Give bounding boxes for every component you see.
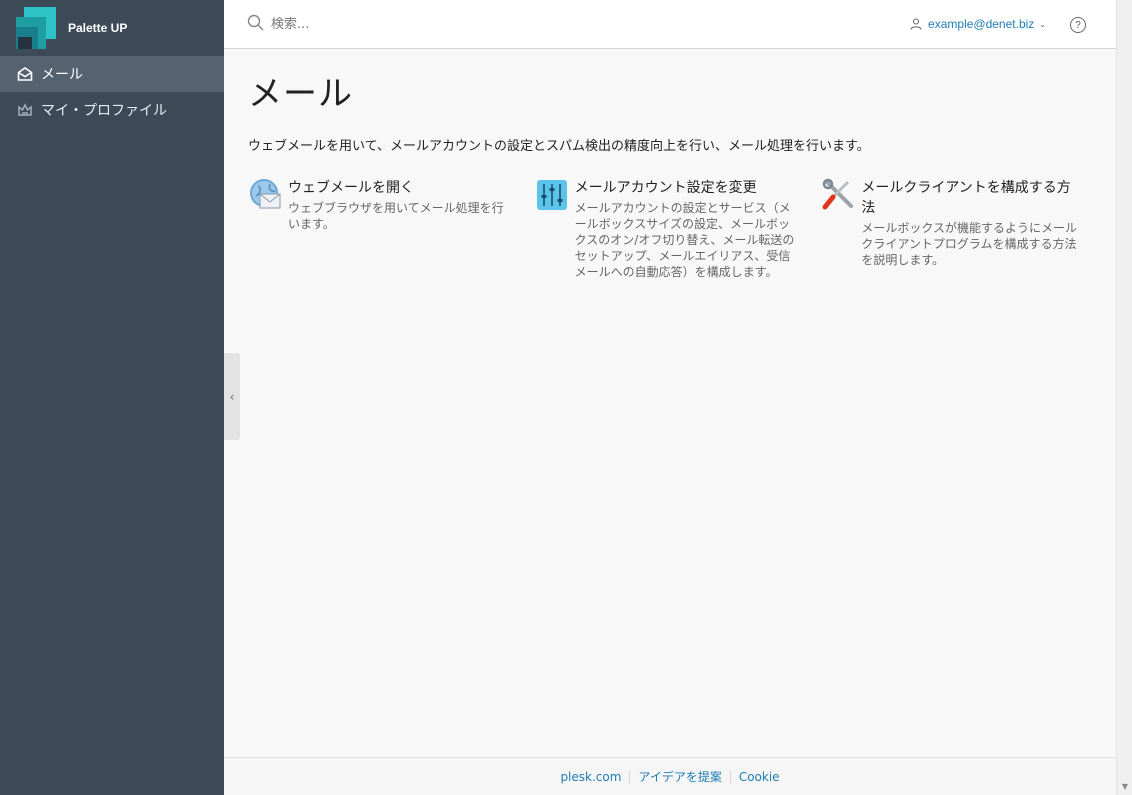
sidebar-item-mail[interactable]: メール — [0, 56, 224, 92]
sliders-icon — [535, 178, 569, 212]
sidebar: Palette UP メール マイ・プロファイル — [0, 0, 224, 795]
card-change-account-settings[interactable]: メールアカウント設定を変更 メールアカウントの設定とサービス（メールボックスサイ… — [535, 178, 822, 280]
footer-link-suggest-idea[interactable]: アイデアを提案 — [630, 768, 729, 785]
user-icon — [910, 18, 922, 30]
card-open-webmail[interactable]: ウェブメールを開く ウェブブラウザを用いてメール処理を行います。 — [248, 178, 535, 280]
brand-name: Palette UP — [68, 21, 128, 35]
chevron-down-icon: ⌄ — [1039, 19, 1046, 29]
envelope-open-icon — [16, 65, 34, 83]
card-description: メールボックスが機能するようにメールクライアントプログラムを構成する方法を説明し… — [861, 221, 1077, 267]
sidebar-collapse-button[interactable]: ‹ — [224, 353, 240, 440]
user-email: example@denet.biz — [928, 17, 1035, 31]
card-description: ウェブブラウザを用いてメール処理を行います。 — [288, 201, 504, 231]
card-title[interactable]: メールアカウント設定を変更 — [575, 178, 797, 198]
page-title: メール — [248, 74, 353, 114]
palette-logo-icon — [16, 7, 58, 49]
tools-icon — [821, 178, 855, 212]
help-button[interactable]: ? — [1070, 17, 1086, 33]
help-icon: ? — [1075, 19, 1081, 31]
crown-icon — [16, 101, 34, 119]
main-content: メール ウェブメールを用いて、メールアカウントの設定とスパム検出の精度向上を行い… — [248, 49, 1108, 280]
card-title[interactable]: メールクライアントを構成する方法 — [861, 178, 1083, 218]
sidebar-item-profile[interactable]: マイ・プロファイル — [0, 92, 224, 128]
chevron-left-icon: ‹ — [229, 389, 235, 404]
footer: plesk.com アイデアを提案 Cookie — [224, 757, 1116, 795]
header: example@denet.biz ⌄ ? — [224, 0, 1116, 49]
footer-link-plesk[interactable]: plesk.com — [552, 770, 629, 784]
sidebar-item-label: メール — [41, 67, 83, 83]
card-configure-mail-client[interactable]: メールクライアントを構成する方法 メールボックスが機能するようにメールクライアン… — [821, 178, 1108, 280]
webmail-icon — [248, 178, 282, 212]
search-box — [247, 14, 571, 35]
sidebar-item-label: マイ・プロファイル — [41, 103, 167, 119]
search-input[interactable] — [271, 16, 571, 32]
page-description: ウェブメールを用いて、メールアカウントの設定とスパム検出の精度向上を行い、メール… — [248, 139, 870, 154]
card-description: メールアカウントの設定とサービス（メールボックスサイズの設定、メールボックスのオ… — [574, 201, 795, 279]
brand[interactable]: Palette UP — [0, 0, 224, 56]
footer-link-cookie[interactable]: Cookie — [731, 770, 788, 784]
user-menu[interactable]: example@denet.biz ⌄ — [910, 17, 1046, 31]
action-cards: ウェブメールを開く ウェブブラウザを用いてメール処理を行います。 メールアカウン… — [248, 178, 1108, 280]
card-title[interactable]: ウェブメールを開く — [288, 178, 510, 198]
scrollbar[interactable]: ▼ — [1116, 0, 1132, 795]
search-icon — [247, 14, 264, 35]
scroll-down-icon[interactable]: ▼ — [1122, 782, 1128, 791]
